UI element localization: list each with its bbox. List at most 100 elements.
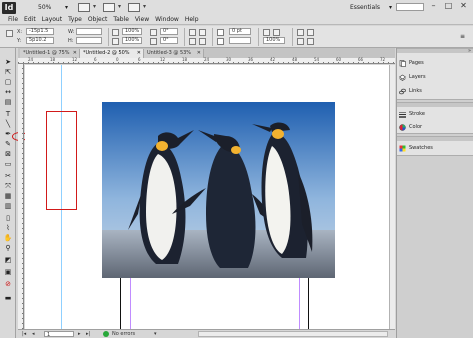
horizontal-ruler[interactable]: 24 18 12 6 0 6 12 18 24 30 36 42 48 54 6… [18,58,395,64]
menu-layout[interactable]: Layout [39,16,65,24]
zoom-level-select[interactable]: 50% [38,3,68,12]
vertical-scrollbar[interactable] [389,65,395,329]
selection-tool-icon[interactable]: ➤ [3,58,13,67]
stroke-type-select[interactable] [229,37,251,44]
stroke-icon [399,111,406,118]
vertical-ruler[interactable] [18,64,24,329]
fill-stroke-icon[interactable]: ◩ [3,256,13,265]
document-canvas[interactable] [25,65,394,329]
rotation-field[interactable]: 0° [160,28,178,35]
type-tool-icon[interactable]: T [3,110,13,119]
search-input[interactable] [396,3,424,11]
apply-none-icon[interactable]: ⊘ [3,280,13,289]
opacity-field[interactable]: 100% [263,37,285,44]
gradient-swatch-tool-icon[interactable]: ▦ [3,192,13,201]
eyedropper-tool-icon[interactable]: ⌇ [3,224,13,233]
scale-y-icon [112,38,119,45]
scale-y-field[interactable]: 100% [122,37,142,44]
note-tool-icon[interactable]: ▯ [3,214,13,223]
penguin-photo[interactable] [102,102,335,278]
fit-frame-icon[interactable] [307,29,314,36]
panel-label: Layers [409,74,426,80]
panel-grip[interactable] [397,137,473,141]
menu-edit[interactable]: Edit [21,16,39,24]
fx-icon[interactable] [263,29,270,36]
menu-help[interactable]: Help [182,16,202,24]
width-field[interactable] [76,28,102,35]
y-position-field[interactable]: 5p10.2 [26,37,54,44]
maximize-icon[interactable]: □ [443,1,454,11]
panel-color[interactable]: Color [399,121,471,133]
tab-untitled-2[interactable]: *Untitled-2 @ 50% ✕ [80,49,144,58]
direct-selection-tool-icon[interactable]: ⇱ [3,68,13,77]
hand-tool-icon[interactable]: ✋ [3,234,13,243]
formatting-affects-container-icon[interactable]: ▣ [3,268,13,277]
empty-frame-selection[interactable] [46,111,77,210]
last-page-icon[interactable]: ▸| [86,331,90,337]
content-collector-icon[interactable]: ▤ [3,98,13,107]
rectangle-tool-icon[interactable]: ▭ [3,160,13,169]
menu-view[interactable]: View [132,16,152,24]
line-tool-icon[interactable]: ╲ [3,120,13,129]
workspace-select[interactable]: Essentials [350,3,392,12]
collapse-panels-icon[interactable]: » [468,48,471,54]
close-tab-icon[interactable]: ✕ [197,49,201,58]
prev-page-icon[interactable]: ◂ [32,331,35,337]
screen-mode-icon[interactable] [103,3,121,12]
shear-field[interactable]: 0° [160,37,178,44]
flip-horizontal-icon[interactable] [189,38,196,45]
view-options-icon[interactable] [78,3,96,12]
application-bar: Id 50% File Edit Layout Type Object Tabl… [0,0,473,25]
menu-table[interactable]: Table [110,16,132,24]
panel-menu-icon[interactable]: ≡ [460,33,467,40]
preflight-menu-icon[interactable]: ▾ [154,331,157,337]
free-transform-tool-icon[interactable]: ⤧ [3,182,13,191]
scale-x-field[interactable]: 100% [122,28,142,35]
height-field[interactable] [76,37,102,44]
x-position-field[interactable]: -15p1.5 [26,28,54,35]
page-tool-icon[interactable]: ▢ [3,78,13,87]
menu-object[interactable]: Object [85,16,111,24]
rectangle-frame-tool-icon[interactable]: ⊠ [3,150,13,159]
panel-swatches[interactable]: Swatches [399,142,471,154]
rotate-cw-icon[interactable] [189,29,196,36]
rotate-ccw-icon[interactable] [199,29,206,36]
ruler-tick-label: 48 [292,57,298,62]
scissors-tool-icon[interactable]: ✂ [3,172,13,181]
stroke-swatch-icon[interactable] [217,38,224,45]
flip-vertical-icon[interactable] [199,38,206,45]
panel-group-swatches: Swatches [397,136,473,156]
fill-frame-icon[interactable] [297,38,304,45]
close-icon[interactable]: ✕ [458,1,469,11]
panel-label: Links [409,88,422,94]
panel-grip[interactable]: » [397,48,473,54]
reference-point-icon[interactable] [6,30,13,37]
ruler-tick-label: 12 [160,57,166,62]
horizontal-scrollbar[interactable] [198,331,388,337]
pencil-tool-icon[interactable]: ✎ [3,140,13,149]
drop-shadow-icon[interactable] [273,29,280,36]
arrange-documents-icon[interactable] [128,3,146,12]
panel-layers[interactable]: Layers [398,71,471,83]
tab-untitled-3[interactable]: Untitled-3 @ 53% ✕ [144,49,204,58]
menu-file[interactable]: File [5,16,21,24]
panel-grip[interactable] [397,103,473,107]
menu-type[interactable]: Type [65,16,85,24]
panel-links[interactable]: Links [399,85,471,97]
gradient-feather-tool-icon[interactable]: ▥ [3,202,13,211]
next-page-icon[interactable]: ▸ [78,331,81,337]
stroke-weight-field[interactable]: 0 pt [229,28,251,35]
screen-mode-normal-icon[interactable]: ▬ [3,294,13,303]
minimize-icon[interactable]: – [428,1,439,11]
fit-content-icon[interactable] [297,29,304,36]
panel-pages[interactable]: Pages [399,57,471,69]
fill-swatch-icon[interactable] [217,29,224,36]
panel-stroke[interactable]: Stroke [399,108,471,120]
page-number-field[interactable]: 1 [44,331,74,338]
gap-tool-icon[interactable]: ↔ [3,88,13,97]
preflight-status-text[interactable]: No errors [112,331,135,337]
zoom-tool-icon[interactable]: ⚲ [3,244,13,253]
menu-window[interactable]: Window [152,16,182,24]
center-content-icon[interactable] [307,38,314,45]
first-page-icon[interactable]: |◂ [22,331,26,337]
